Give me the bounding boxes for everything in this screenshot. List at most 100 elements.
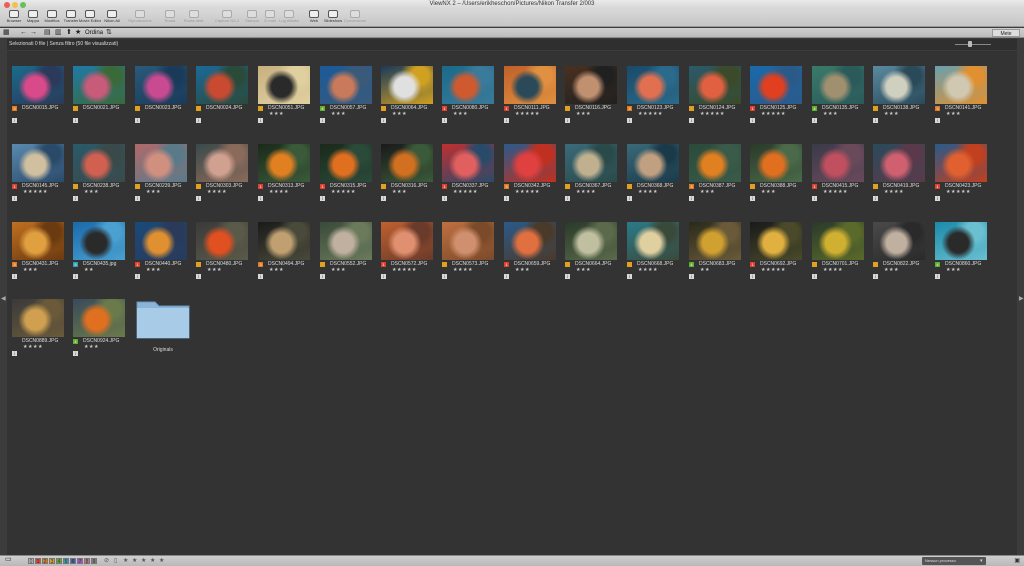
color-label-badge[interactable]: [750, 184, 755, 189]
star-rating[interactable]: ★★★★★: [23, 189, 48, 195]
photo-thumbnail[interactable]: [504, 144, 556, 182]
thumbnail-cell[interactable]: DSCN0064.JPG ★★★ i: [381, 51, 439, 127]
info-icon[interactable]: i: [627, 196, 632, 201]
thumbnail-cell[interactable]: 1 DSCN0315.JPG ★★★★★ i: [320, 129, 378, 205]
thumbnail-cell[interactable]: 3 DSCN0123.JPG ★★★★★ i: [627, 51, 685, 127]
star-rating[interactable]: ★★★★★: [823, 189, 848, 195]
info-icon[interactable]: i: [12, 274, 17, 279]
star-rating[interactable]: ★★★★★: [761, 111, 786, 117]
photo-thumbnail[interactable]: [258, 66, 310, 104]
info-icon[interactable]: i: [135, 118, 140, 123]
info-icon[interactable]: i: [320, 118, 325, 123]
star-rating[interactable]: ★★★★★: [638, 111, 663, 117]
star-rating[interactable]: ★★★: [269, 111, 284, 117]
photo-thumbnail[interactable]: [750, 66, 802, 104]
info-icon[interactable]: i: [381, 118, 386, 123]
info-icon[interactable]: i: [442, 274, 447, 279]
info-icon[interactable]: i: [627, 118, 632, 123]
color-label-badge[interactable]: [689, 106, 694, 111]
star-rating[interactable]: ★★★: [392, 111, 407, 117]
thumbnail-cell[interactable]: DSCN0238.JPG ★★★ i: [73, 129, 131, 205]
view-toggle-icon[interactable]: ▣: [1014, 557, 1020, 565]
star-filter-icon[interactable]: ★: [75, 29, 81, 37]
thumbnail-cell[interactable]: 1 DSCN0415.JPG ★★★★★ i: [812, 129, 870, 205]
photo-thumbnail[interactable]: [258, 222, 310, 260]
order-menu[interactable]: Ordina: [85, 29, 103, 37]
thumbnail-cell[interactable]: DSCN0368.JPG ★★★★ i: [627, 129, 685, 205]
star-rating[interactable]: ★★★★: [638, 189, 658, 195]
star-rating[interactable]: ★★★: [146, 267, 161, 273]
thumbnail-cell[interactable]: DSCN0668.JPG ★★★★ i: [627, 207, 685, 283]
star-rating[interactable]: ★★★: [761, 189, 776, 195]
thumbnail-cell[interactable]: 1 DSCN0125.JPG ★★★★★ i: [750, 51, 808, 127]
photo-thumbnail[interactable]: [320, 222, 372, 260]
star-rating[interactable]: ★★★: [331, 111, 346, 117]
star-rating[interactable]: ★★★★: [823, 267, 843, 273]
photo-thumbnail[interactable]: [381, 222, 433, 260]
thumbnail-cell[interactable]: DSCN0316.JPG ★★★ i: [381, 129, 439, 205]
thumbnail-cell[interactable]: 1 DSCN0337.JPG ★★★★★ i: [442, 129, 500, 205]
info-icon[interactable]: i: [504, 118, 509, 123]
photo-thumbnail[interactable]: [689, 66, 741, 104]
photo-thumbnail[interactable]: [196, 222, 248, 260]
processing-select[interactable]: Nessun processo: [922, 557, 986, 565]
color-label-badge[interactable]: [258, 106, 263, 111]
star-rating[interactable]: ★★★: [946, 111, 961, 117]
color-label-badge[interactable]: [196, 184, 201, 189]
color-label-badge[interactable]: 4: [935, 262, 940, 267]
photo-thumbnail[interactable]: [73, 299, 125, 337]
info-icon[interactable]: i: [627, 274, 632, 279]
toggle-panel-icon[interactable]: ▭: [5, 556, 12, 564]
star-rating[interactable]: ★★★: [392, 189, 407, 195]
star-rating[interactable]: ★★★: [269, 267, 284, 273]
color-label-badge[interactable]: 5: [73, 262, 78, 267]
color-label-badge[interactable]: [196, 106, 201, 111]
thumbnail-cell[interactable]: 3 DSCN0015.JPG i: [12, 51, 70, 127]
star-rating[interactable]: ★★★★★: [700, 111, 725, 117]
star-rating[interactable]: ★★★★: [576, 189, 596, 195]
info-icon[interactable]: i: [689, 118, 694, 123]
photo-thumbnail[interactable]: [627, 66, 679, 104]
photo-thumbnail[interactable]: [196, 144, 248, 182]
label-filter-0[interactable]: 0: [28, 558, 34, 565]
info-icon[interactable]: i: [320, 196, 325, 201]
color-label-badge[interactable]: [381, 184, 386, 189]
filmstrip-icon[interactable]: ▥: [55, 29, 62, 37]
color-label-badge[interactable]: 3: [12, 106, 17, 111]
color-label-badge[interactable]: [73, 106, 78, 111]
info-icon[interactable]: i: [12, 118, 17, 123]
thumbnail-cell[interactable]: 4 DSCN0924.JPG ★★★ i: [73, 284, 131, 360]
thumbnail-cell[interactable]: DSCN0388.JPG ★★★ i: [750, 129, 808, 205]
photo-thumbnail[interactable]: [873, 144, 925, 182]
thumbnail-cell[interactable]: DSCN0303.JPG ★★★★ i: [196, 129, 254, 205]
info-icon[interactable]: i: [812, 118, 817, 123]
star-rating[interactable]: ★★★: [823, 111, 838, 117]
info-icon[interactable]: i: [935, 118, 940, 123]
photo-thumbnail[interactable]: [442, 222, 494, 260]
thumbnail-cell[interactable]: 1 DSCN0440.JPG ★★★ i: [135, 207, 193, 283]
star-rating[interactable]: ★★★: [331, 267, 346, 273]
info-icon[interactable]: i: [442, 196, 447, 201]
info-icon[interactable]: i: [504, 196, 509, 201]
photo-thumbnail[interactable]: [135, 66, 187, 104]
star-rating[interactable]: ★★★: [23, 267, 38, 273]
star-rating[interactable]: ★★★: [84, 344, 99, 350]
info-icon[interactable]: i: [750, 196, 755, 201]
color-label-badge[interactable]: 4: [73, 339, 78, 344]
color-label-badge[interactable]: [565, 262, 570, 267]
photo-thumbnail[interactable]: [873, 222, 925, 260]
thumbnail-cell[interactable]: 5 DSCN0435.jpg ★★ i: [73, 207, 131, 283]
photo-thumbnail[interactable]: [12, 299, 64, 337]
color-label-badge[interactable]: [381, 106, 386, 111]
folder-up-icon[interactable]: ⬆: [66, 29, 72, 37]
photo-thumbnail[interactable]: [504, 66, 556, 104]
info-icon[interactable]: i: [935, 274, 940, 279]
info-icon[interactable]: i: [381, 274, 386, 279]
photo-thumbnail[interactable]: [135, 222, 187, 260]
photo-thumbnail[interactable]: [73, 66, 125, 104]
info-icon[interactable]: i: [381, 196, 386, 201]
label-filter-5[interactable]: 5: [63, 558, 69, 565]
photo-thumbnail[interactable]: [196, 66, 248, 104]
color-label-badge[interactable]: [565, 106, 570, 111]
star-rating[interactable]: ★★★: [84, 189, 99, 195]
